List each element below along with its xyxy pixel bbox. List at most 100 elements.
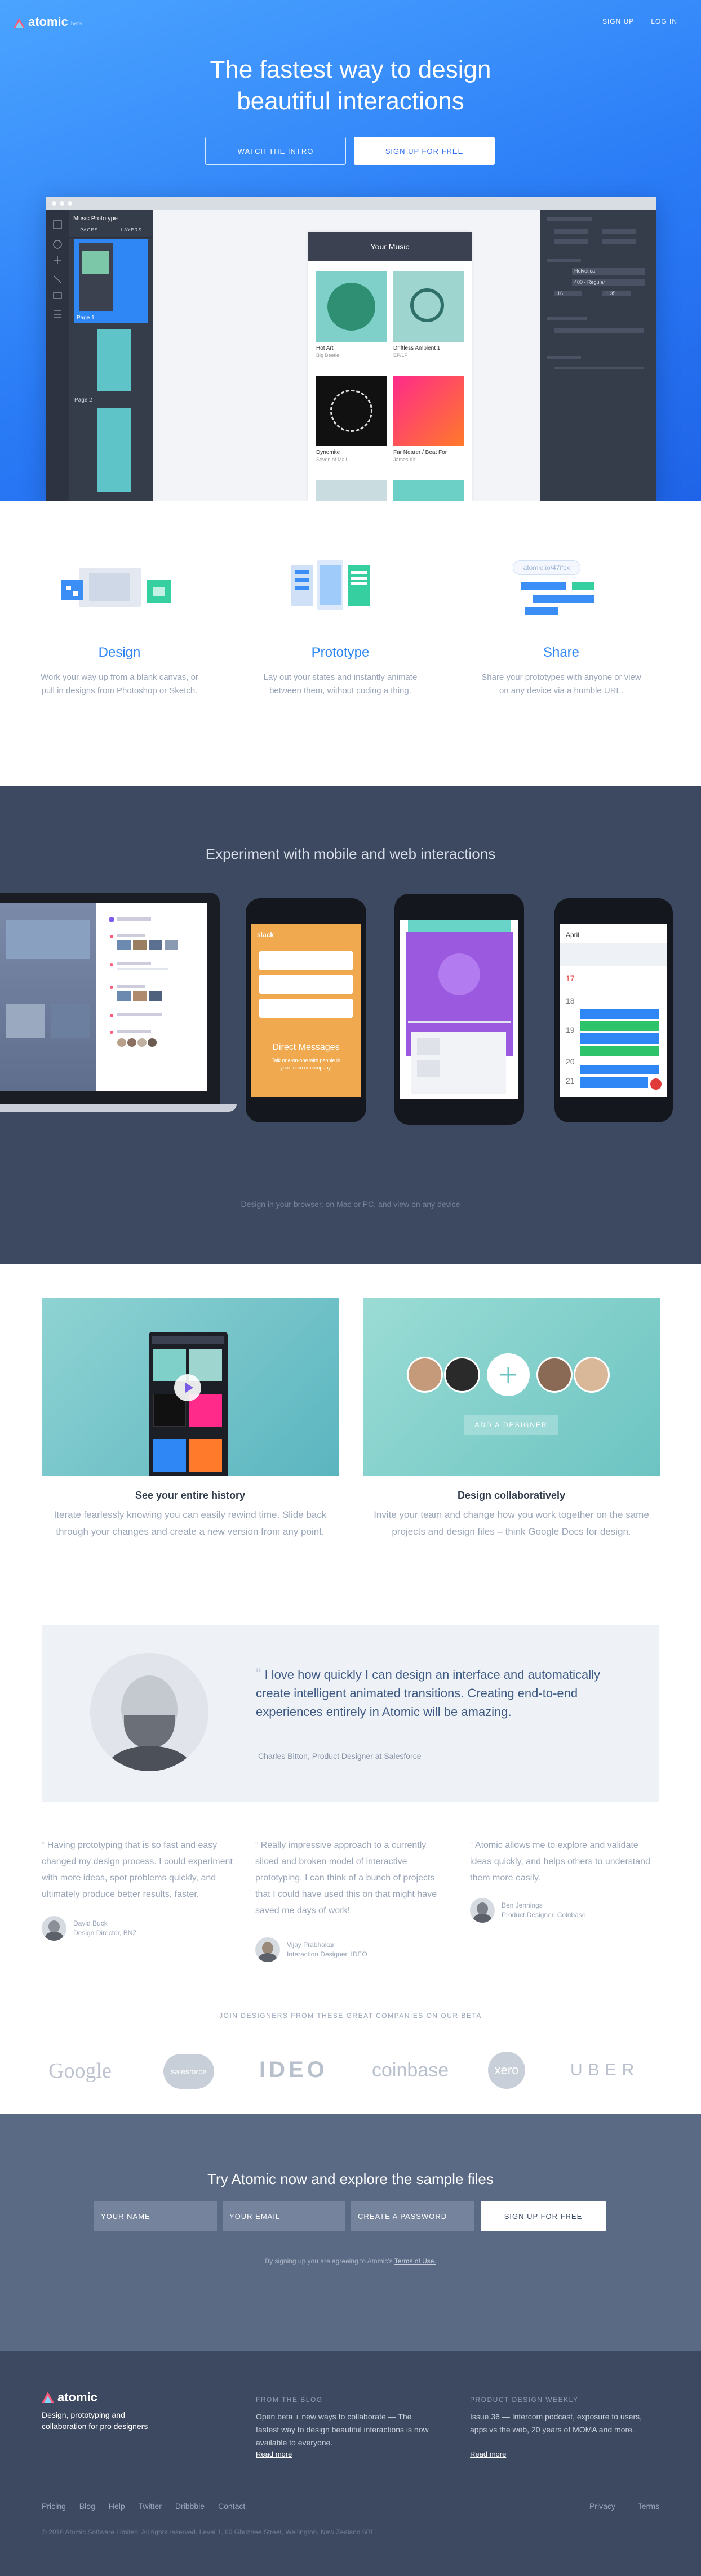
experiment-section: Experiment with mobile and web interacti… bbox=[0, 786, 701, 1264]
laptop-screen bbox=[0, 903, 207, 1091]
testimonial-author: Vijay Prabhakar Interaction Designer, ID… bbox=[255, 1937, 367, 1962]
feature-text: Share your prototypes with anyone or vie… bbox=[481, 672, 641, 696]
avatar bbox=[90, 1653, 208, 1771]
page-1-thumb[interactable]: Page 1 bbox=[74, 239, 148, 323]
album-card[interactable]: Hot Art Big Beetle bbox=[316, 271, 387, 358]
line-height-value[interactable]: 1.35 bbox=[606, 291, 616, 296]
feature-title: Prototype bbox=[311, 645, 370, 660]
hero-title-line1: The fastest way to design bbox=[210, 56, 491, 83]
album-artist: Big Beetle bbox=[316, 353, 340, 358]
blog-title: FROM THE BLOG bbox=[256, 2396, 323, 2404]
weekly-read-more[interactable]: Read more bbox=[470, 2450, 506, 2458]
play-icon[interactable] bbox=[174, 1374, 201, 1401]
phone-cards bbox=[394, 894, 524, 1125]
testimonial-text: Having prototyping that is so fast and e… bbox=[42, 1840, 233, 1899]
font-weight-value[interactable]: 400 - Regular bbox=[574, 279, 605, 285]
page-thumb-3[interactable] bbox=[97, 408, 131, 492]
design-canvas[interactable]: Your Music Hot Art Big Beetle Driftless … bbox=[153, 210, 587, 501]
avatar bbox=[42, 1916, 66, 1941]
author-role: Interaction Designer, IDEO bbox=[287, 1950, 367, 1958]
featured-quote: “ I love how quickly I can design an int… bbox=[256, 1664, 616, 1721]
feature-design: Design Work your way up from a blank can… bbox=[35, 645, 204, 698]
weekly-title: PRODUCT DESIGN WEEKLY bbox=[470, 2396, 579, 2404]
album-card[interactable]: Far Nearer / Beat For James Kit bbox=[393, 376, 464, 462]
nav-signup-link[interactable]: SIGN UP bbox=[602, 17, 634, 25]
terms-link[interactable]: Terms of Use. bbox=[394, 2257, 436, 2265]
tool-rail bbox=[46, 210, 69, 501]
hero-title-line2: beautiful interactions bbox=[237, 87, 464, 115]
watch-intro-button[interactable]: WATCH THE INTRO bbox=[205, 137, 346, 165]
hero-signup-button[interactable]: SIGN UP FOR FREE bbox=[354, 137, 495, 165]
feature-share: Share Share your prototypes with anyone … bbox=[477, 645, 646, 698]
spiral-art-icon bbox=[316, 376, 387, 446]
font-family-value[interactable]: Helvetica bbox=[574, 268, 595, 274]
footer-logo[interactable]: atomic bbox=[42, 2390, 97, 2405]
layers-panel: Music Prototype PAGES LAYERS Page 1 Page… bbox=[69, 210, 153, 501]
feature-title: Share bbox=[543, 645, 580, 660]
nav-login-link[interactable]: LOG IN bbox=[651, 17, 677, 25]
featured-quote-author: Charles Bitton, Product Designer at Sale… bbox=[258, 1751, 422, 1761]
footer-legal-links: Privacy Terms bbox=[589, 2502, 659, 2511]
tab-layers[interactable]: LAYERS bbox=[121, 228, 142, 233]
add-designer-button[interactable]: ADD A DESIGNER bbox=[464, 1415, 558, 1435]
author-role: Product Designer, Coinbase bbox=[502, 1911, 586, 1919]
blog-text: Open beta + new ways to collaborate — Th… bbox=[256, 2412, 429, 2447]
footer-link-terms[interactable]: Terms bbox=[638, 2502, 659, 2511]
collaborate-text: Invite your team and change how you work… bbox=[374, 1509, 649, 1537]
try-signup-button[interactable]: SIGN UP FOR FREE bbox=[481, 2201, 606, 2231]
slack-headline: Direct Messages bbox=[272, 1042, 340, 1052]
email-input[interactable]: YOUR EMAIL bbox=[223, 2201, 345, 2231]
album-card[interactable]: Dynomite Seven of Mall bbox=[316, 376, 387, 462]
hero-section: atomic beta SIGN UP LOG IN The fastest w… bbox=[0, 0, 701, 501]
footer-link-dribbble[interactable]: Dribbble bbox=[175, 2502, 205, 2511]
activity-feed bbox=[107, 914, 197, 1083]
beta-companies-title: JOIN DESIGNERS FROM THESE GREAT COMPANIE… bbox=[219, 2012, 482, 2020]
footer-link-privacy[interactable]: Privacy bbox=[589, 2502, 615, 2511]
avatar bbox=[470, 1898, 495, 1923]
calendar-month: April bbox=[566, 931, 580, 939]
top-nav: SIGN UP LOG IN bbox=[602, 17, 677, 25]
experiment-title: Experiment with mobile and web interacti… bbox=[205, 845, 496, 862]
password-input[interactable]: CREATE A PASSWORD bbox=[351, 2201, 474, 2231]
weekly-text: Issue 36 — Intercom podcast, exposure to… bbox=[470, 2412, 642, 2434]
album-card[interactable]: Driftless Ambient 1 EP/LP bbox=[393, 271, 464, 358]
testimonial-text: Really impressive approach to a currentl… bbox=[255, 1840, 437, 1915]
app-preview: Music Prototype PAGES LAYERS Page 1 Page… bbox=[46, 197, 656, 501]
album-artist: EP/LP bbox=[393, 353, 408, 358]
experiment-subtitle: Design in your browser, on Mac or PC, an… bbox=[241, 1200, 460, 1209]
prototype-illustration-icon bbox=[291, 560, 370, 610]
blog-read-more[interactable]: Read more bbox=[256, 2450, 292, 2458]
feature-text: Lay out your states and instantly animat… bbox=[263, 672, 418, 696]
footer-link-pricing[interactable]: Pricing bbox=[42, 2502, 66, 2511]
calendar-day: 19 bbox=[566, 1026, 575, 1035]
page-thumb-2[interactable] bbox=[97, 329, 131, 391]
album-title: Hot Art bbox=[316, 345, 334, 351]
add-event-icon[interactable] bbox=[650, 1078, 662, 1090]
feature-prototype: Prototype Lay out your states and instan… bbox=[256, 645, 425, 698]
album-artist: Seven of Mall bbox=[316, 457, 347, 462]
history-text: Iterate fearlessly knowing you can easil… bbox=[54, 1509, 327, 1537]
name-input[interactable]: YOUR NAME bbox=[94, 2201, 217, 2231]
tab-pages[interactable]: PAGES bbox=[80, 228, 98, 233]
page-1-label: Page 1 bbox=[77, 315, 95, 321]
testimonial-author: David Buck Design Director, BNZ bbox=[42, 1916, 137, 1941]
footer-link-contact[interactable]: Contact bbox=[218, 2502, 245, 2511]
author-name: David Buck bbox=[73, 1919, 108, 1927]
brand-logo[interactable]: atomic beta bbox=[14, 15, 82, 29]
collaborate-preview: ADD A DESIGNER bbox=[363, 1298, 660, 1476]
brand-name: atomic bbox=[28, 15, 68, 29]
testimonial-author: Ben Jennings Product Designer, Coinbase bbox=[470, 1898, 585, 1923]
uber-logo: UBER bbox=[570, 2061, 640, 2079]
terms-note-text: By signing up you are agreeing to Atomic… bbox=[265, 2257, 394, 2265]
design-illustration-icon bbox=[61, 568, 171, 607]
calendar-screen: April 17 18 19 20 21 bbox=[560, 924, 667, 1097]
plus-icon[interactable] bbox=[487, 1353, 530, 1396]
testimonial-card: “ Atomic allows me to explore and valida… bbox=[470, 1837, 659, 1886]
footer-link-help[interactable]: Help bbox=[109, 2502, 125, 2511]
footer-link-twitter[interactable]: Twitter bbox=[139, 2502, 162, 2511]
font-size-value[interactable]: 16 bbox=[557, 291, 563, 296]
try-section: Try Atomic now and explore the sample fi… bbox=[0, 2114, 701, 2351]
ideo-logo: IDEO bbox=[259, 2057, 328, 2082]
inspector-panel: Helvetica 400 - Regular 16 1.35 bbox=[540, 210, 656, 501]
footer-link-blog[interactable]: Blog bbox=[79, 2502, 95, 2511]
